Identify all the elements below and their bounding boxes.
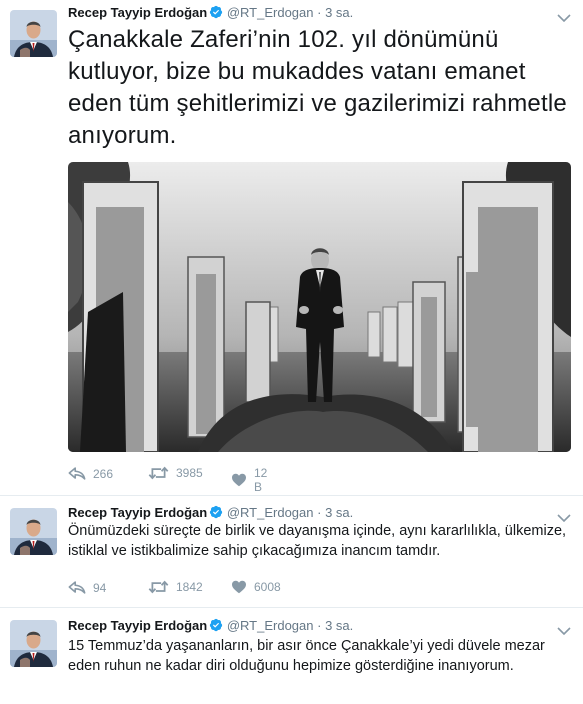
tweet-2[interactable]: Recep Tayyip Erdoğan @RT_Erdogan · 3 sa.… [0,496,583,608]
heart-icon [231,473,247,487]
tweet-photo[interactable] [68,162,571,452]
tweet-header: Recep Tayyip Erdoğan @RT_Erdogan · 3 sa. [68,618,353,635]
retweet-button[interactable]: 3985 [148,466,203,480]
verified-badge-icon [209,618,223,635]
reply-icon [68,580,86,595]
retweet-count: 1842 [176,580,203,594]
reply-button[interactable]: 94 [68,580,106,595]
reply-icon [68,466,86,481]
author-handle[interactable]: @RT_Erdogan [227,618,314,633]
reply-count: 266 [93,466,114,481]
reply-button[interactable]: 266 [68,466,113,481]
avatar[interactable] [10,620,57,667]
tweet-3[interactable]: Recep Tayyip Erdoğan @RT_Erdogan · 3 sa.… [0,608,583,704]
verified-badge-icon [209,505,223,522]
separator: · [317,505,322,520]
author-name[interactable]: Recep Tayyip Erdoğan [68,5,207,20]
avatar[interactable] [10,508,57,555]
retweet-count: 3985 [176,466,203,480]
tweet-header: Recep Tayyip Erdoğan @RT_Erdogan · 3 sa. [68,5,353,22]
like-count: 6008 [254,580,281,594]
separator: · [317,618,322,633]
verified-badge-icon [209,5,223,22]
like-button[interactable]: 12 B [231,466,267,494]
like-button[interactable]: 6008 [231,580,281,594]
retweet-icon [148,466,169,480]
separator: · [317,5,322,20]
tweet-time[interactable]: 3 sa. [325,505,353,520]
tweet-text: 15 Temmuz’da yaşananların, bir asır önce… [68,638,545,674]
tweet-time[interactable]: 3 sa. [325,5,353,20]
heart-icon [231,580,247,594]
author-name[interactable]: Recep Tayyip Erdoğan [68,505,207,520]
author-handle[interactable]: @RT_Erdogan [227,505,314,520]
author-name[interactable]: Recep Tayyip Erdoğan [68,618,207,633]
tweet-header: Recep Tayyip Erdoğan @RT_Erdogan · 3 sa. [68,505,353,522]
author-handle[interactable]: @RT_Erdogan [227,5,314,20]
tweet-time[interactable]: 3 sa. [325,618,353,633]
reply-count: 94 [93,580,107,595]
tweet-1[interactable]: Recep Tayyip Erdoğan @RT_Erdogan · 3 sa.… [0,0,583,496]
retweet-button[interactable]: 1842 [148,580,203,594]
retweet-icon [148,580,169,594]
avatar[interactable] [10,10,57,57]
tweet-text: Çanakkale Zaferi’nin 102. yıl dönümünü k… [68,26,567,149]
tweet-text: Önümüzdeki süreçte de birlik ve dayanışm… [68,523,567,559]
like-count: 12 B [254,466,268,494]
